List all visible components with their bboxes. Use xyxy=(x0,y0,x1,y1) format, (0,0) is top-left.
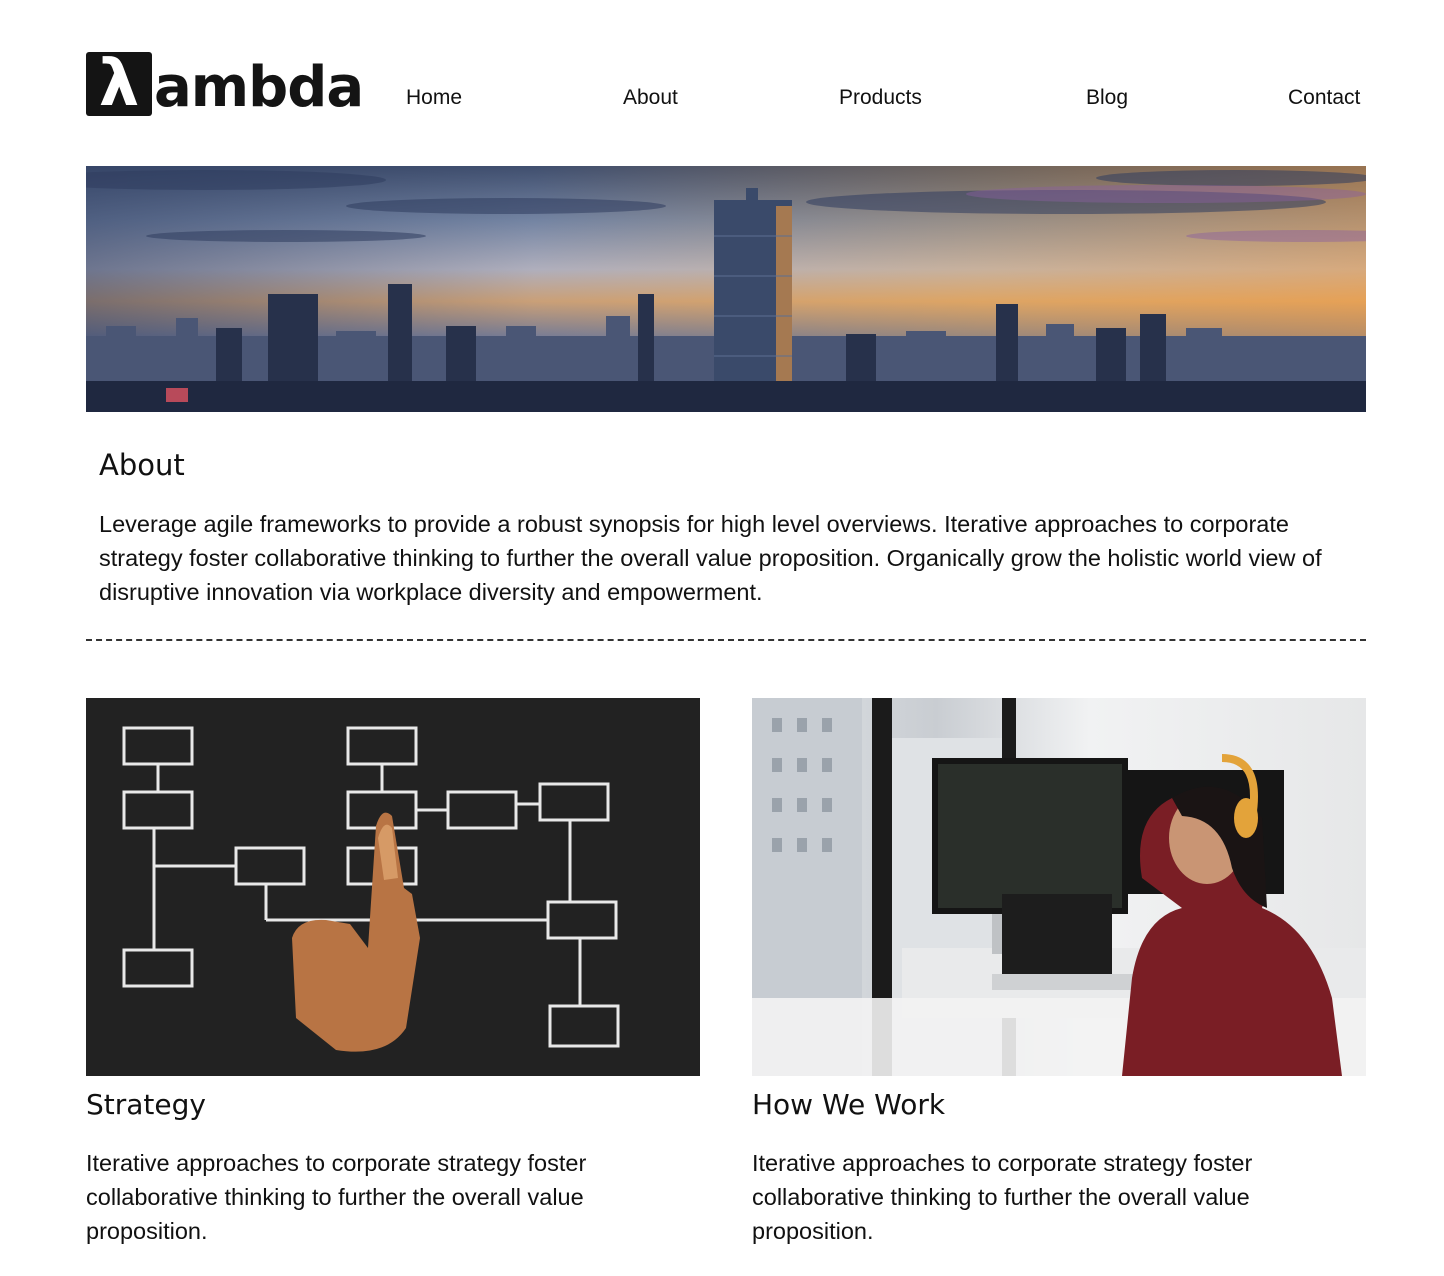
card-text: Iterative approaches to corporate strate… xyxy=(86,1150,587,1244)
logo-link[interactable]: λ ambda xyxy=(86,52,364,120)
card-strategy: Strategy Iterative approaches to corpora… xyxy=(86,698,700,1244)
lambda-logo-icon: λ xyxy=(86,52,152,116)
card-title: Strategy xyxy=(86,1088,206,1121)
page: λ ambda Home About Products Blog Contact xyxy=(0,0,1444,1276)
city-skyline-illustration xyxy=(86,170,1366,412)
card-title: How We Work xyxy=(752,1088,946,1121)
developer-illustration xyxy=(752,698,1366,1076)
about-heading: About xyxy=(99,448,185,482)
logo-wordmark: ambda xyxy=(154,55,364,120)
nav-contact[interactable]: Contact xyxy=(1288,86,1360,110)
nav-blog[interactable]: Blog xyxy=(1086,86,1128,110)
nav-home[interactable]: Home xyxy=(406,86,462,110)
about-text: Leverage agile frameworks to provide a r… xyxy=(99,511,1322,605)
section-divider xyxy=(86,639,1366,641)
flowchart-chalkboard-image xyxy=(86,698,700,1076)
nav-about[interactable]: About xyxy=(623,86,678,110)
hero-image xyxy=(86,166,1366,412)
nav-products[interactable]: Products xyxy=(839,86,922,110)
card-how-we-work: How We Work Iterative approaches to corp… xyxy=(752,698,1366,1244)
flowchart-illustration xyxy=(122,726,620,1052)
card-text: Iterative approaches to corporate strate… xyxy=(752,1150,1253,1244)
developer-at-desk-image xyxy=(752,698,1366,1076)
main-nav: Home About Products Blog Contact xyxy=(406,86,1366,116)
